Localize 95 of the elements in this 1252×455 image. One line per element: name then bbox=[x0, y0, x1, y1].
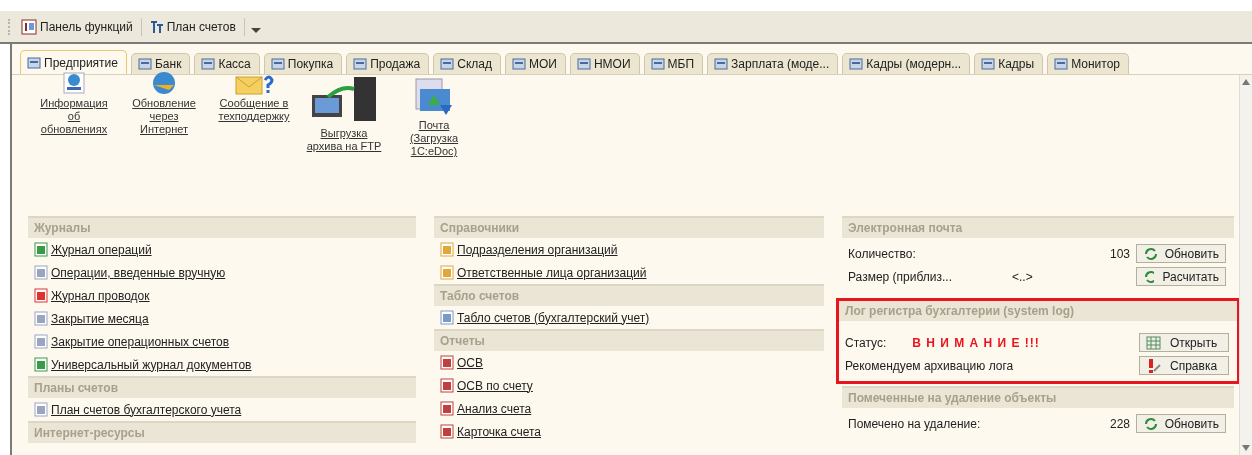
tab[interactable]: Склад bbox=[433, 53, 501, 74]
action-button[interactable]: Обновить bbox=[1136, 414, 1226, 433]
quick-link[interactable]: Почта (Загрузка 1C:eDoc) bbox=[396, 75, 472, 158]
tab-icon bbox=[137, 57, 152, 71]
menu-link[interactable]: Табло счетов (бухгалтерский учет) bbox=[434, 306, 824, 329]
section-header: Интернет-ресурсы bbox=[28, 423, 416, 443]
tab[interactable]: Кадры (модерн... bbox=[842, 53, 971, 74]
scrollbar[interactable] bbox=[1239, 75, 1252, 455]
tab-icon bbox=[1054, 57, 1069, 71]
document-icon bbox=[440, 310, 454, 325]
section-header: Помеченные на удаление объекты bbox=[842, 388, 1234, 408]
document-icon bbox=[34, 288, 48, 303]
document-icon bbox=[34, 311, 48, 326]
document-icon bbox=[34, 265, 48, 280]
menu-link[interactable]: Журнал операций bbox=[28, 238, 416, 261]
tab-icon bbox=[849, 57, 864, 71]
menu-link[interactable]: Операции, введенные вручную bbox=[28, 261, 416, 284]
section-header: Отчеты bbox=[434, 331, 824, 351]
menu-link[interactable]: Универсальный журнал документов bbox=[28, 353, 416, 376]
section-header: Планы счетов bbox=[28, 378, 416, 398]
document-icon bbox=[34, 357, 48, 372]
tab[interactable]: Зарплата (моде... bbox=[707, 53, 839, 74]
document-icon bbox=[440, 378, 454, 393]
accounts-icon bbox=[149, 19, 164, 34]
grip-icon bbox=[8, 18, 13, 35]
section-header: Электронная почта bbox=[842, 218, 1234, 238]
menu-link[interactable]: Подразделения организаций bbox=[434, 238, 824, 261]
tab-icon bbox=[511, 57, 526, 71]
menu-link[interactable]: Карточка счета bbox=[434, 420, 824, 443]
tab-icon bbox=[981, 57, 996, 71]
tab[interactable]: Монитор bbox=[1047, 53, 1129, 74]
tab[interactable]: НМОИ bbox=[569, 53, 640, 74]
document-icon bbox=[34, 402, 48, 417]
tab[interactable]: Касса bbox=[194, 53, 260, 74]
quick-link[interactable]: Информация об обновлениях bbox=[36, 71, 112, 136]
menu-link[interactable]: Ответственные лица организаций bbox=[434, 261, 824, 284]
tab[interactable]: Продажа bbox=[346, 53, 430, 74]
panel-icon bbox=[21, 18, 37, 35]
tab-icon bbox=[440, 57, 455, 71]
refresh-icon bbox=[1143, 269, 1155, 284]
field-label: Статус: bbox=[845, 335, 887, 350]
refresh-icon bbox=[1143, 246, 1157, 261]
action-button[interactable]: Расчитать bbox=[1136, 267, 1226, 286]
section-header: Журналы bbox=[28, 218, 416, 238]
section-header: Табло счетов bbox=[434, 286, 824, 306]
document-icon bbox=[440, 242, 454, 257]
section-header: Справочники bbox=[434, 218, 824, 238]
document-icon bbox=[440, 424, 454, 439]
field-label: Количество: bbox=[848, 246, 916, 261]
web-page-icon bbox=[62, 71, 86, 95]
tab-icon bbox=[27, 55, 41, 70]
menu-link[interactable]: Анализ счета bbox=[434, 397, 824, 420]
toolbar-button[interactable]: План счетов bbox=[147, 19, 238, 34]
tab-icon bbox=[353, 57, 368, 71]
quick-link[interactable]: Сообщение в техподдержку bbox=[216, 71, 292, 123]
status-warning: В Н И М А Н И Е !!! bbox=[912, 335, 1040, 350]
tab[interactable]: Кадры bbox=[974, 53, 1044, 74]
menu-link[interactable]: ОСВ bbox=[434, 351, 824, 374]
table-icon bbox=[1146, 335, 1162, 350]
menu-link[interactable]: Закрытие операционных счетов bbox=[28, 330, 416, 353]
section-header: Лог регистра бухгалтерии (system log) bbox=[839, 301, 1237, 321]
quick-link[interactable]: Выгрузка архива на FTP bbox=[306, 75, 382, 153]
field-value: 103 bbox=[1109, 246, 1130, 261]
tab[interactable]: Предприятие bbox=[20, 50, 127, 74]
caret-icon[interactable] bbox=[250, 28, 261, 33]
tab-icon bbox=[714, 57, 729, 71]
tab-icon bbox=[270, 57, 285, 71]
menu-link[interactable]: Журнал проводок bbox=[28, 284, 416, 307]
menu-link[interactable]: ОСВ по счету bbox=[434, 374, 824, 397]
action-button[interactable]: Справка bbox=[1139, 356, 1229, 375]
action-button[interactable]: Обновить bbox=[1136, 244, 1226, 263]
document-icon bbox=[34, 334, 48, 349]
field-label: Помечено на удаление: bbox=[848, 416, 981, 431]
field-label: Размер (приблиз... bbox=[848, 269, 952, 284]
document-icon bbox=[440, 401, 454, 416]
document-icon bbox=[440, 265, 454, 280]
refresh-icon bbox=[1143, 416, 1157, 431]
menu-link[interactable]: План счетов бухгалтерского учета bbox=[28, 398, 416, 421]
tab[interactable]: МОИ bbox=[504, 53, 566, 74]
document-icon bbox=[34, 242, 48, 257]
tab[interactable]: Банк bbox=[130, 53, 191, 74]
tab-icon bbox=[576, 57, 591, 71]
tab-icon bbox=[650, 57, 665, 71]
exclamation-icon bbox=[1146, 358, 1162, 373]
action-button[interactable]: Открыть bbox=[1139, 333, 1229, 352]
toolbar-button[interactable]: Панель функций bbox=[19, 18, 135, 35]
menu-link[interactable]: Закрытие месяца bbox=[28, 307, 416, 330]
document-icon bbox=[440, 355, 454, 370]
tab-icon bbox=[201, 57, 216, 71]
tab[interactable]: МБП bbox=[643, 53, 704, 74]
tab[interactable]: Покупка bbox=[263, 53, 343, 74]
field-value: <..> bbox=[1012, 269, 1033, 284]
field-label: Рекомендуем архивацию лога bbox=[845, 358, 1015, 373]
field-value: 228 bbox=[1109, 416, 1130, 431]
quick-link[interactable]: Обновление через Интернет bbox=[126, 71, 202, 136]
